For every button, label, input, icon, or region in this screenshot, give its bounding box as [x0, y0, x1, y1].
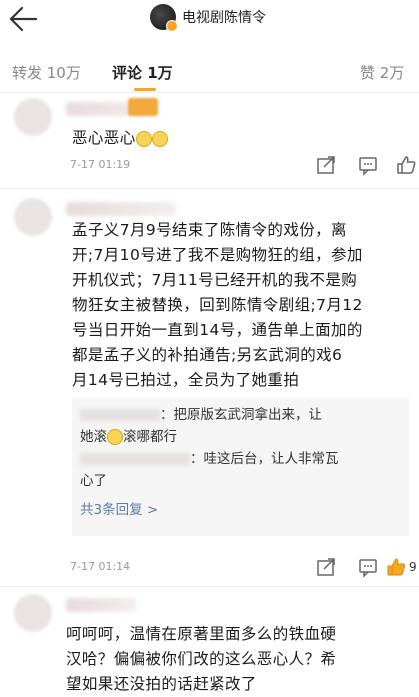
reply-author[interactable] — [80, 409, 160, 421]
user-badge — [128, 98, 158, 116]
comment-text: 孟子义7月9号结束了陈情令的戏份，离 开;7月10号进了我不是购物狂的组，参加 … — [72, 221, 363, 389]
comment-time: 7-17 01:14 — [70, 560, 131, 573]
reply-author[interactable] — [80, 453, 190, 465]
comment-text: 呵呵呵，温情在原著里面多么的铁血硬 汉哈？偏偏被你们改的这么恶心人？希 望如果还… — [66, 625, 337, 693]
account-header[interactable]: 电视剧陈情令 — [150, 4, 266, 32]
comment-item: 孟子义7月9号结束了陈情令的戏份，离 开;7月10号进了我不是购物狂的组，参加 … — [0, 192, 419, 584]
commenter-avatar[interactable] — [14, 594, 52, 632]
comment-text: 恶心恶心 — [72, 126, 409, 151]
like-count: 9 — [409, 560, 417, 574]
account-avatar — [150, 4, 178, 32]
back-arrow-icon[interactable] — [6, 4, 40, 34]
reply-line: ：哇这后台，让人非常瓦 — [72, 448, 409, 470]
top-bar: 电视剧陈情令 — [0, 0, 419, 40]
divider — [0, 188, 419, 189]
like-icon[interactable] — [395, 154, 417, 176]
comment-actions: 9 — [259, 556, 419, 580]
commenter-name[interactable] — [66, 598, 136, 612]
share-icon[interactable] — [315, 154, 337, 176]
comment-actions — [259, 154, 419, 178]
reply-line: ：把原版玄武洞拿出来，让 — [72, 398, 409, 426]
divider — [0, 586, 419, 587]
reply-line: 心了 — [80, 473, 107, 489]
tab-reposts[interactable]: 转发 10万 — [12, 62, 81, 83]
commenter-avatar[interactable] — [14, 98, 52, 136]
comment-item: 呵呵呵，温情在原著里面多么的铁血硬 汉哈？偏偏被你们改的这么恶心人？希 望如果还… — [0, 590, 419, 693]
verified-badge-icon — [166, 20, 178, 32]
comment-item: 恶心恶心 7-17 01:19 — [0, 92, 419, 188]
tab-comments[interactable]: 评论 1万 — [112, 62, 173, 83]
reply-line: 她滚 滚哪都行 — [80, 429, 177, 445]
active-tab-indicator — [134, 88, 156, 91]
comment-time: 7-17 01:19 — [70, 158, 131, 171]
account-name: 电视剧陈情令 — [182, 10, 266, 26]
comment-icon[interactable] — [357, 154, 379, 176]
tab-bar: 转发 10万 评论 1万 赞 2万 — [0, 46, 419, 93]
like-icon-active[interactable] — [385, 556, 407, 578]
more-replies-link[interactable]: 共3条回复 > — [72, 492, 409, 518]
tab-likes[interactable]: 赞 2万 — [360, 62, 404, 83]
reply-preview-box[interactable]: ：把原版玄武洞拿出来，让 她滚 滚哪都行 ：哇这后台，让人非常瓦 心了 共3条回复… — [72, 398, 409, 536]
commenter-name[interactable] — [66, 202, 176, 216]
share-icon[interactable] — [315, 556, 337, 578]
comment-icon[interactable] — [357, 556, 379, 578]
commenter-avatar[interactable] — [14, 198, 52, 236]
